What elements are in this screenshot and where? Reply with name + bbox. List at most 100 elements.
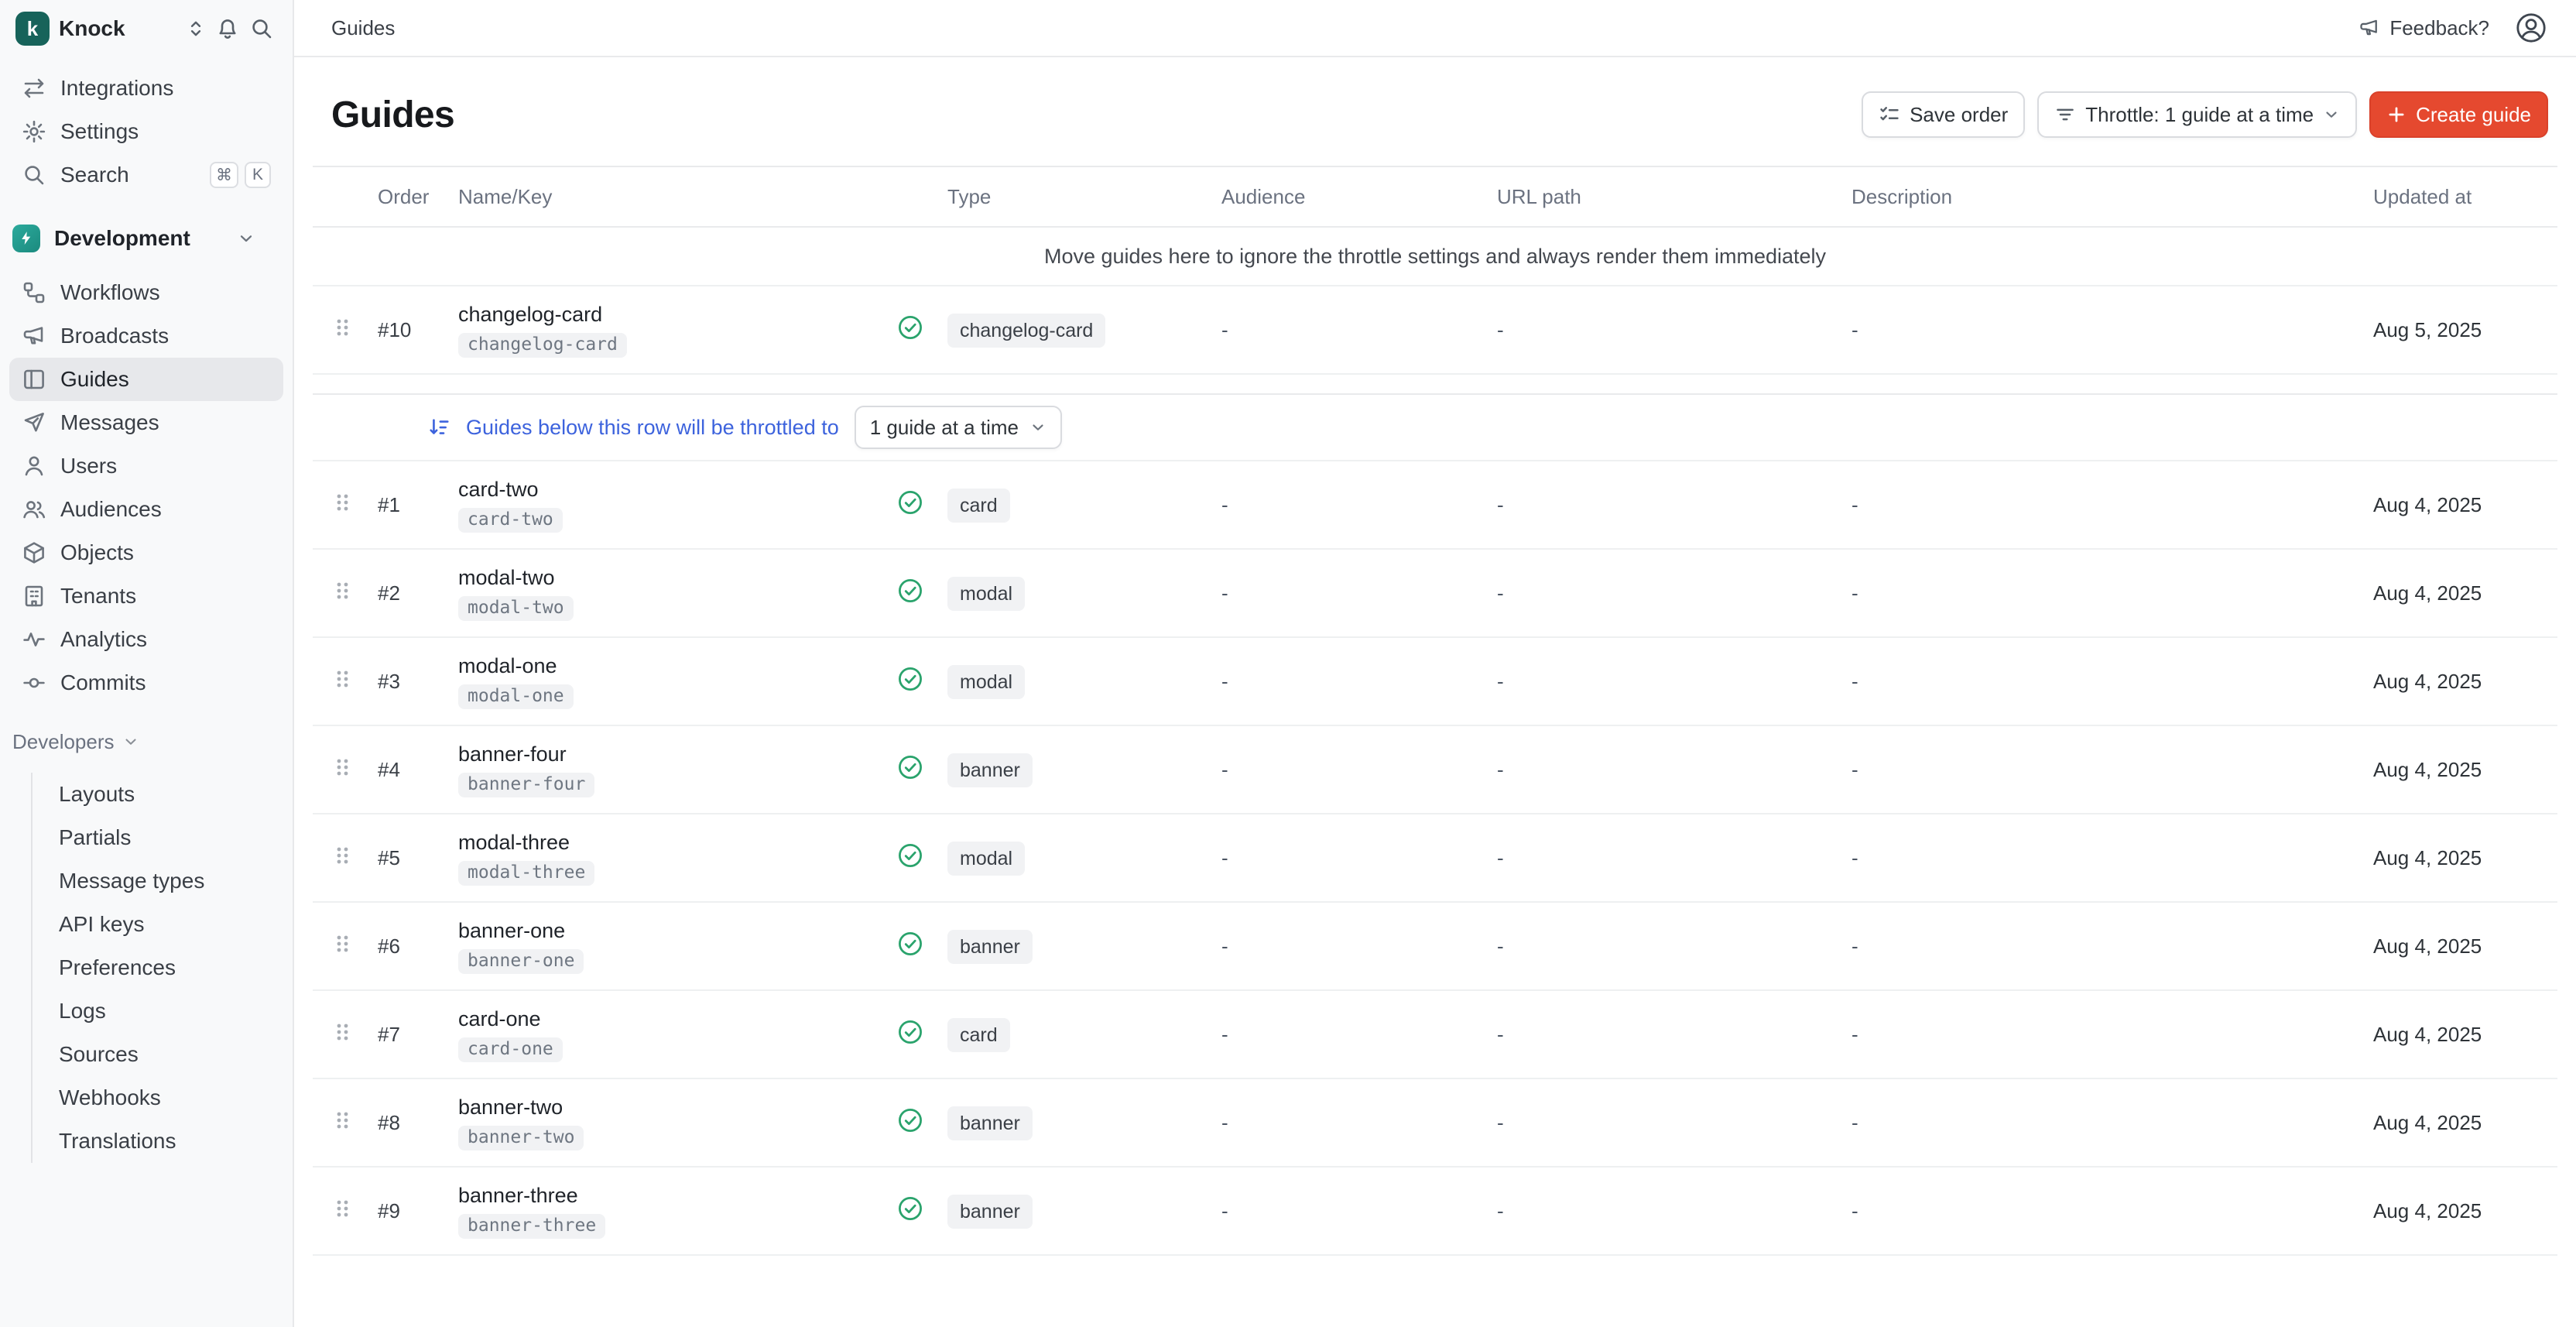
sidebar-item-label: Webhooks: [59, 1085, 161, 1110]
integrations-icon: [22, 76, 46, 101]
drag-handle-icon[interactable]: [331, 1108, 353, 1138]
description-cell: -: [1845, 493, 2367, 517]
table-row[interactable]: #3 modal-one modal-one modal - - - Aug 4…: [313, 638, 2557, 726]
topbar: Guides Feedback?: [294, 0, 2576, 57]
updated-at-cell: Aug 4, 2025: [2367, 670, 2557, 694]
guide-name: banner-two: [458, 1096, 873, 1120]
updated-at-cell: Aug 4, 2025: [2367, 846, 2557, 870]
sidebar-item-label: Workflows: [60, 280, 160, 305]
main-content: Guides Feedback? Guides Save order: [294, 0, 2576, 1327]
drag-handle-icon[interactable]: [331, 755, 353, 785]
sidebar-item-users[interactable]: Users: [9, 444, 283, 488]
sidebar-item-tenants[interactable]: Tenants: [9, 574, 283, 618]
kbd-cmd: ⌘: [210, 162, 238, 188]
sidebar-item-workflows[interactable]: Workflows: [9, 271, 283, 314]
table-row[interactable]: #8 banner-two banner-two banner - - - Au…: [313, 1079, 2557, 1168]
drag-handle-icon[interactable]: [331, 578, 353, 609]
gear-icon: [22, 119, 46, 144]
drag-handle-icon[interactable]: [331, 667, 353, 697]
sidebar-item-integrations[interactable]: Integrations: [9, 67, 283, 110]
drag-handle-icon[interactable]: [331, 1020, 353, 1050]
sidebar-item-translations[interactable]: Translations: [33, 1120, 283, 1163]
sidebar-item-audiences[interactable]: Audiences: [9, 488, 283, 531]
throttle-divider-text: Guides below this row will be throttled …: [466, 416, 839, 440]
create-guide-button[interactable]: Create guide: [2369, 91, 2548, 138]
drag-handle-icon[interactable]: [331, 931, 353, 962]
table-row[interactable]: #5 modal-three modal-three modal - - - A…: [313, 814, 2557, 903]
row-order: #9: [372, 1199, 452, 1223]
create-guide-label: Create guide: [2416, 103, 2531, 127]
sidebar-item-api-keys[interactable]: API keys: [33, 903, 283, 946]
drag-handle-icon[interactable]: [331, 490, 353, 520]
sidebar-item-partials[interactable]: Partials: [33, 816, 283, 859]
git-commit-icon: [22, 670, 46, 695]
guide-key: modal-three: [458, 861, 594, 886]
table-row[interactable]: #2 modal-two modal-two modal - - - Aug 4…: [313, 550, 2557, 638]
table-row[interactable]: #7 card-one card-one card - - - Aug 4, 2…: [313, 991, 2557, 1079]
sidebar-item-layouts[interactable]: Layouts: [33, 773, 283, 816]
sidebar-item-label: Tenants: [60, 584, 136, 609]
sidebar-item-objects[interactable]: Objects: [9, 531, 283, 574]
sidebar-item-message-types[interactable]: Message types: [33, 859, 283, 903]
throttle-dropdown-button[interactable]: Throttle: 1 guide at a time: [2037, 91, 2357, 138]
sidebar-item-label: Layouts: [59, 782, 135, 807]
sidebar-item-commits[interactable]: Commits: [9, 661, 283, 705]
guide-name: card-two: [458, 478, 873, 502]
environment-switcher-development[interactable]: Development: [0, 215, 293, 262]
sidebar-item-label: Preferences: [59, 955, 176, 980]
table-row[interactable]: #4 banner-four banner-four banner - - - …: [313, 726, 2557, 814]
guides-table: Order Name/Key Type Audience URL path De…: [313, 166, 2557, 1256]
sidebar-item-messages[interactable]: Messages: [9, 401, 283, 444]
feedback-button[interactable]: Feedback?: [2358, 16, 2489, 40]
save-order-button[interactable]: Save order: [1862, 91, 2025, 138]
sidebar-item-label: Translations: [59, 1129, 176, 1154]
description-cell: -: [1845, 758, 2367, 782]
guide-key: modal-two: [458, 596, 574, 621]
row-order: #2: [372, 581, 452, 605]
sidebar-item-sources[interactable]: Sources: [33, 1033, 283, 1076]
sidebar-item-settings[interactable]: Settings: [9, 110, 283, 153]
table-row[interactable]: #9 banner-three banner-three banner - - …: [313, 1168, 2557, 1256]
chevron-down-icon: [122, 733, 139, 750]
developers-section-toggle[interactable]: Developers: [0, 720, 293, 763]
guide-name: changelog-card: [458, 303, 873, 327]
guide-key: banner-four: [458, 773, 594, 797]
notifications-bell-icon[interactable]: [215, 16, 240, 41]
header-type: Type: [941, 185, 1215, 209]
audience-cell: -: [1215, 1199, 1491, 1223]
sidebar-item-broadcasts[interactable]: Broadcasts: [9, 314, 283, 358]
sidebar-item-webhooks[interactable]: Webhooks: [33, 1076, 283, 1120]
guide-name: modal-one: [458, 654, 873, 678]
sidebar-item-preferences[interactable]: Preferences: [33, 946, 283, 989]
guide-type-badge: banner: [947, 930, 1033, 964]
updated-at-cell: Aug 4, 2025: [2367, 1023, 2557, 1047]
chevron-down-icon: [237, 229, 255, 248]
drag-handle-icon[interactable]: [331, 315, 353, 345]
sidebar-item-search[interactable]: Search ⌘ K: [9, 153, 283, 197]
throttle-value-dropdown[interactable]: 1 guide at a time: [855, 406, 1062, 449]
table-row[interactable]: #10 changelog-card changelog-card change…: [313, 286, 2557, 375]
user-avatar[interactable]: [2514, 11, 2548, 45]
breadcrumb: Guides: [331, 16, 395, 40]
table-row[interactable]: #6 banner-one banner-one banner - - - Au…: [313, 903, 2557, 991]
sidebar-item-guides[interactable]: Guides: [9, 358, 283, 401]
workspace-selector-icon[interactable]: [186, 19, 206, 39]
sidebar-item-label: Settings: [60, 119, 139, 144]
row-order: #3: [372, 670, 452, 694]
user-icon: [22, 454, 46, 478]
immediate-rows: #10 changelog-card changelog-card change…: [313, 286, 2557, 375]
search-icon[interactable]: [249, 16, 274, 41]
sidebar-item-analytics[interactable]: Analytics: [9, 618, 283, 661]
developers-label: Developers: [12, 730, 115, 754]
sidebar-item-logs[interactable]: Logs: [33, 989, 283, 1033]
updated-at-cell: Aug 4, 2025: [2367, 1111, 2557, 1135]
url-path-cell: -: [1491, 1023, 1845, 1047]
save-order-label: Save order: [1910, 103, 2008, 127]
table-row[interactable]: #1 card-two card-two card - - - Aug 4, 2…: [313, 461, 2557, 550]
drag-handle-icon[interactable]: [331, 1196, 353, 1226]
header-audience: Audience: [1215, 185, 1491, 209]
guide-name: banner-three: [458, 1184, 873, 1208]
active-check-icon: [897, 1019, 923, 1051]
drag-handle-icon[interactable]: [331, 843, 353, 873]
sidebar-item-label: Partials: [59, 825, 131, 850]
